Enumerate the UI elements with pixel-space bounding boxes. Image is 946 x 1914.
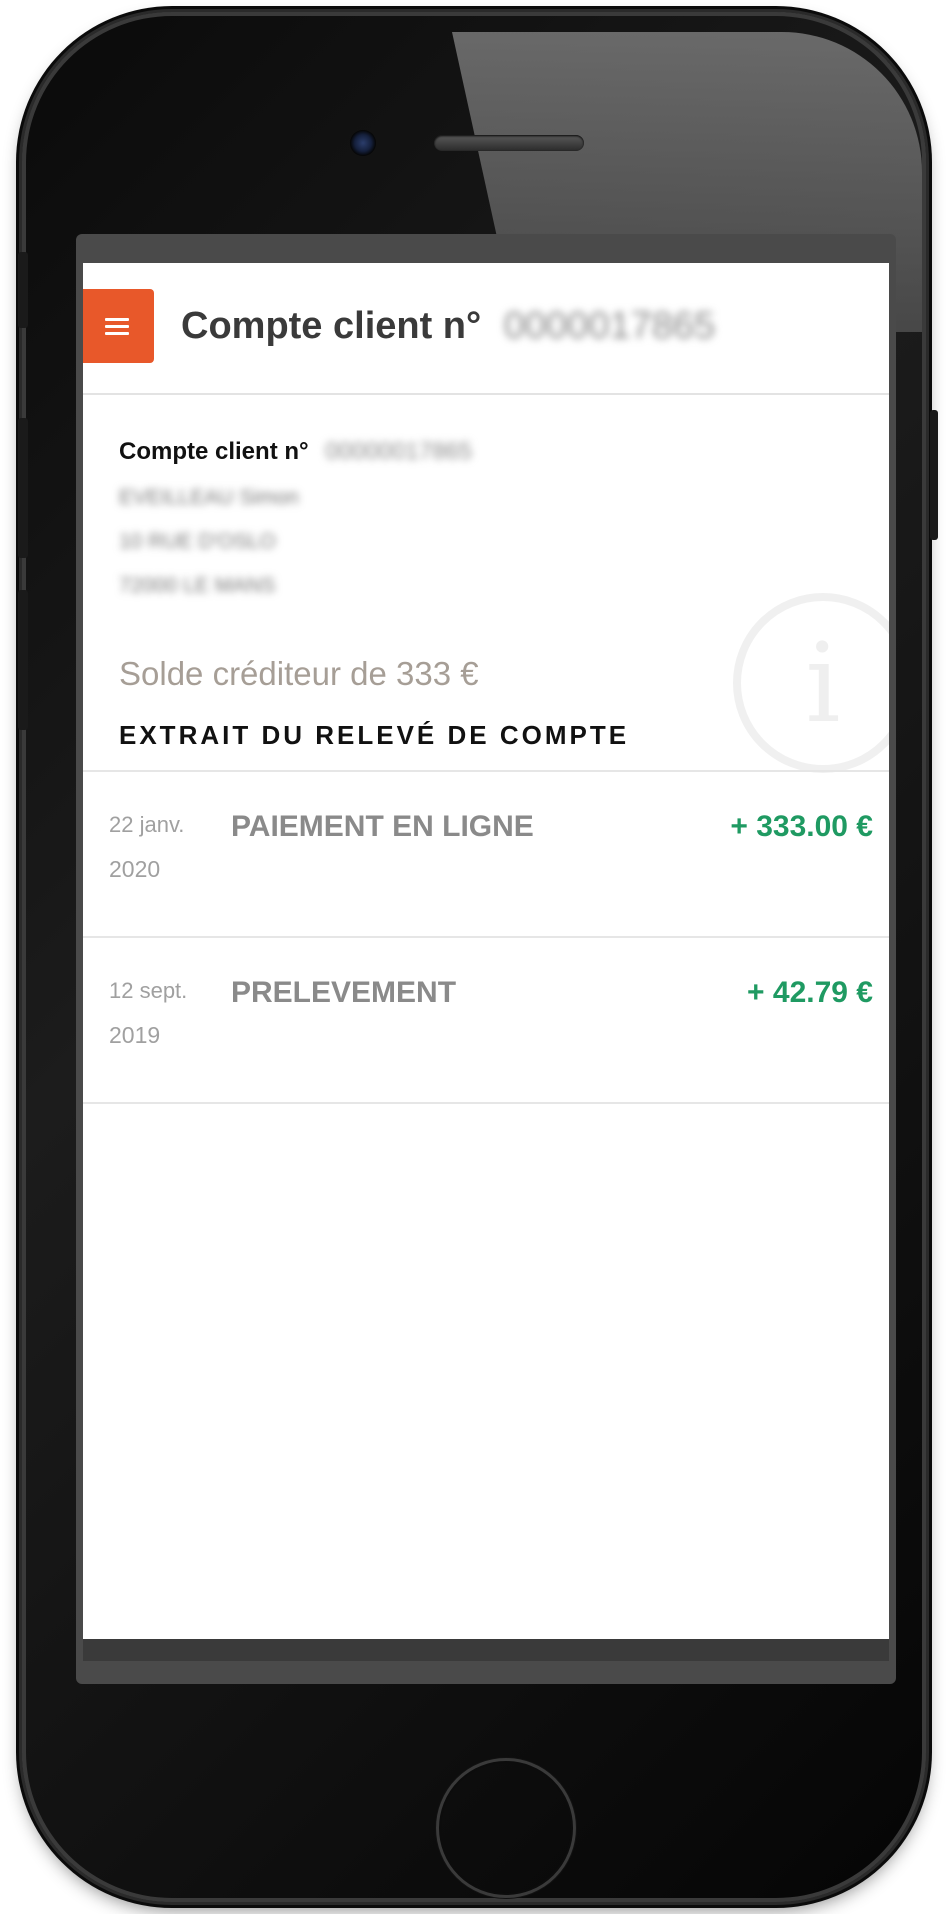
account-number-row: Compte client n° 00000017865 [119,438,859,466]
transaction-year: 2019 [109,1022,161,1048]
transaction-date: 12 sept. [109,978,188,1003]
app-header: Compte client n° 0000017865 [83,263,889,395]
page-title-label: Compte client n° [181,305,482,347]
account-holder: EVEILLEAU Simon [119,486,299,509]
mute-switch [18,252,28,328]
transaction-amount: + 333.00 € [730,810,873,843]
account-details: Compte client n° 00000017865 EVEILLEAU S… [119,438,859,598]
transaction-row[interactable]: 12 sept. 2019 PRELEVEMENT + 42.79 € [83,938,889,1102]
address-line-1: 10 RUE D'OSLO [119,530,276,553]
transaction-amount: + 42.79 € [747,976,873,1009]
address-line-2: 72000 LE MANS [119,574,276,597]
balance-text: Solde créditeur de 333 € [119,655,479,692]
front-camera [350,130,376,156]
screen-bottom-bar [83,1639,889,1661]
transaction-label: PRELEVEMENT [231,976,457,1009]
volume-up-button [18,418,28,558]
app-screen: Compte client n° 0000017865 Compte clien… [83,263,889,1661]
account-number: 00000017865 [325,438,473,465]
menu-button[interactable] [83,289,154,363]
transaction-label: PAIEMENT EN LIGNE [231,810,534,843]
page-title: Compte client n° 0000017865 [181,305,715,348]
volume-down-button [18,590,28,730]
list-divider [83,1102,889,1104]
power-button [930,410,938,540]
transaction-year: 2020 [109,856,161,882]
account-label: Compte client n° [119,438,309,465]
transaction-row[interactable]: 22 janv. 2020 PAIEMENT EN LIGNE + 333.00… [83,772,889,936]
statement-title: EXTRAIT DU RELEVÉ DE COMPTE [119,720,630,750]
home-button[interactable] [436,1758,576,1898]
hamburger-menu-icon [104,314,129,339]
earpiece-speaker [434,135,584,151]
transaction-date: 22 janv. [109,812,185,837]
page-title-account-number: 0000017865 [503,305,716,347]
info-icon: i [733,593,889,773]
